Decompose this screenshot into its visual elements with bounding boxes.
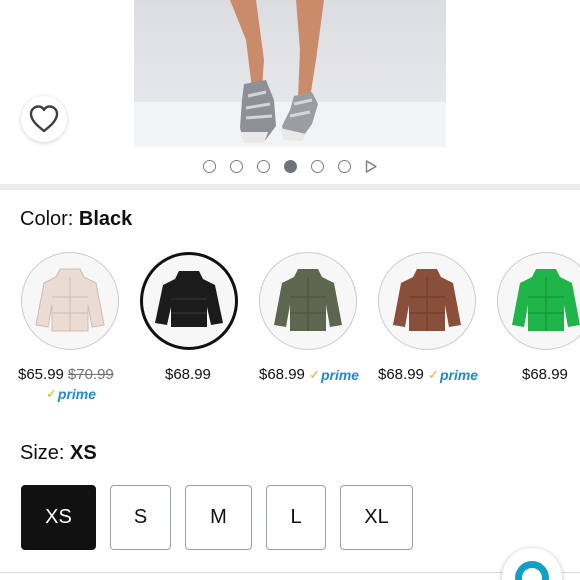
assistant-button[interactable] [502, 548, 562, 580]
size-selected-value: XS [70, 442, 97, 464]
color-swatch-army-green[interactable] [259, 252, 359, 350]
color-heading: Color: Black [20, 208, 132, 231]
swatch-price-green: $68.99 [522, 366, 568, 383]
color-swatch-cream[interactable] [21, 252, 121, 350]
product-image-carousel[interactable] [0, 0, 580, 148]
swatch-image [259, 252, 357, 350]
add-to-favorites-button[interactable] [21, 96, 67, 142]
size-option-s[interactable]: S [110, 485, 171, 550]
swatch-price-cream: $65.99 $70.99 [18, 366, 114, 383]
swatch-image [140, 252, 238, 350]
size-heading: Size: XS [20, 442, 97, 465]
size-option-l[interactable]: L [266, 485, 326, 550]
pager-dot[interactable] [338, 159, 351, 173]
prime-check-icon: ✓ [428, 367, 439, 382]
swatch-image [497, 252, 580, 350]
puffer-jacket-cream-image [35, 268, 105, 332]
product-photo [134, 0, 446, 147]
prime-check-icon: ✓ [46, 386, 57, 401]
section-divider [0, 184, 580, 190]
assistant-ring-icon [515, 561, 549, 580]
size-option-m[interactable]: M [185, 485, 252, 550]
color-swatch-brown[interactable] [378, 252, 478, 350]
pager-dot[interactable] [311, 159, 324, 173]
puffer-jacket-green-image [274, 269, 342, 331]
pager-dot[interactable] [203, 159, 216, 173]
pager-dot-active[interactable] [284, 159, 297, 173]
heart-outline-icon [29, 105, 59, 133]
pager-dot[interactable] [230, 159, 243, 173]
puffer-jacket-black-image [155, 271, 223, 327]
swatch-image [378, 252, 476, 350]
swatch-price-black: $68.99 [165, 366, 211, 383]
color-label: Color: [20, 208, 79, 230]
model-legs-sneakers-image [230, 0, 324, 143]
prime-badge: ✓ prime [309, 367, 360, 383]
color-selected-value: Black [78, 208, 133, 230]
play-triangle-icon[interactable] [365, 159, 377, 173]
prime-badge: ✓ prime [428, 367, 479, 383]
image-pager [0, 156, 580, 176]
pager-dot[interactable] [257, 159, 270, 173]
prime-badge: ✓ prime [46, 386, 97, 402]
section-divider [0, 572, 580, 573]
swatch-price-army-green: $68.99 ✓ prime [259, 366, 360, 383]
size-option-xs[interactable]: XS [21, 485, 96, 550]
puffer-jacket-brown-image [393, 269, 461, 331]
puffer-jacket-bright-green-image [512, 269, 580, 331]
list-price: $70.99 [67, 366, 114, 383]
prime-check-icon: ✓ [309, 367, 320, 382]
swatch-image [21, 252, 119, 350]
size-label: Size: [20, 442, 71, 464]
price: $65.99 [18, 366, 64, 383]
color-swatch-black[interactable] [140, 252, 240, 350]
size-option-xl[interactable]: XL [340, 485, 413, 550]
color-swatch-green[interactable] [497, 252, 580, 350]
swatch-price-brown: $68.99 ✓ prime [378, 366, 479, 383]
